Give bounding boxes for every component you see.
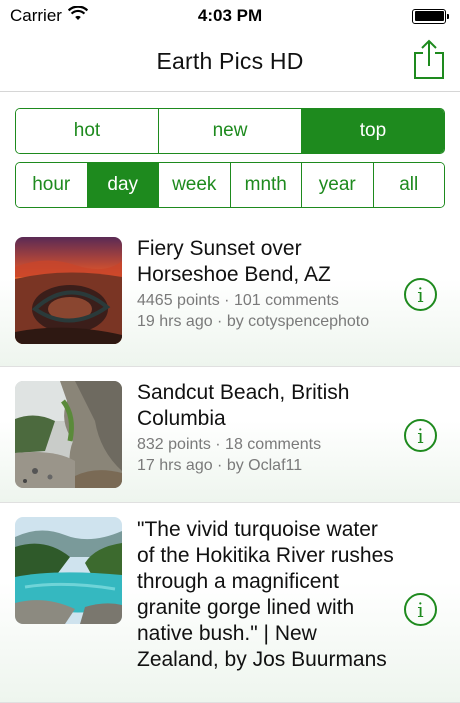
info-icon: i <box>417 423 424 448</box>
info-button[interactable]: i <box>404 419 437 452</box>
list-item[interactable]: Fiery Sunset over Horseshoe Bend, AZ 446… <box>0 220 460 367</box>
post-thumbnail[interactable] <box>15 517 122 624</box>
info-icon: i <box>417 282 424 307</box>
tab-new[interactable]: new <box>158 109 301 153</box>
tab-day[interactable]: day <box>86 163 158 207</box>
post-text: Fiery Sunset over Horseshoe Bend, AZ 446… <box>137 236 395 332</box>
tab-top[interactable]: top <box>301 109 444 153</box>
navigation-bar: Earth Pics HD <box>0 32 460 92</box>
post-list: Fiery Sunset over Horseshoe Bend, AZ 446… <box>0 220 460 703</box>
tab-month[interactable]: mnth <box>229 163 301 207</box>
wifi-icon <box>67 5 89 26</box>
status-left: Carrier <box>10 5 89 26</box>
info-button[interactable]: i <box>404 593 437 626</box>
list-item[interactable]: "The vivid turquoise water of the Hokiti… <box>0 503 460 703</box>
post-stats: 832 points · 18 comments <box>137 436 322 453</box>
tab-all[interactable]: all <box>372 163 444 207</box>
post-text: Sandcut Beach, British Columbia 832 poin… <box>137 380 395 476</box>
sort-segmented-control: hot new top <box>15 108 445 154</box>
info-button[interactable]: i <box>404 278 437 311</box>
list-item[interactable]: Sandcut Beach, British Columbia 832 poin… <box>0 367 460 503</box>
post-title[interactable]: Sandcut Beach, British Columbia <box>137 380 395 432</box>
post-time-author: 17 hrs ago · by Oclaf11 <box>137 457 303 474</box>
post-meta: 832 points · 18 comments 17 hrs ago · by… <box>137 434 395 476</box>
post-title[interactable]: Fiery Sunset over Horseshoe Bend, AZ <box>137 236 395 288</box>
tab-week[interactable]: week <box>158 163 230 207</box>
post-text: "The vivid turquoise water of the Hokiti… <box>137 517 395 675</box>
battery-icon <box>412 8 449 24</box>
post-title[interactable]: "The vivid turquoise water of the Hokiti… <box>137 517 395 673</box>
status-bar: Carrier 4:03 PM <box>0 0 460 32</box>
post-meta: 4465 points · 101 comments 19 hrs ago · … <box>137 290 395 332</box>
tab-hot[interactable]: hot <box>16 109 158 153</box>
page-title: Earth Pics HD <box>156 48 304 74</box>
time-range-segmented-control: hour day week mnth year all <box>15 162 445 208</box>
battery-level <box>414 11 444 21</box>
share-icon <box>414 39 444 79</box>
share-button[interactable] <box>412 38 446 80</box>
carrier-label: Carrier <box>10 6 62 25</box>
tab-year[interactable]: year <box>301 163 373 207</box>
info-icon: i <box>417 597 424 622</box>
tab-hour[interactable]: hour <box>16 163 87 207</box>
post-thumbnail[interactable] <box>15 381 122 488</box>
post-thumbnail[interactable] <box>15 237 122 344</box>
post-time-author: 19 hrs ago · by cotyspencephoto <box>137 313 370 330</box>
post-stats: 4465 points · 101 comments <box>137 292 339 309</box>
